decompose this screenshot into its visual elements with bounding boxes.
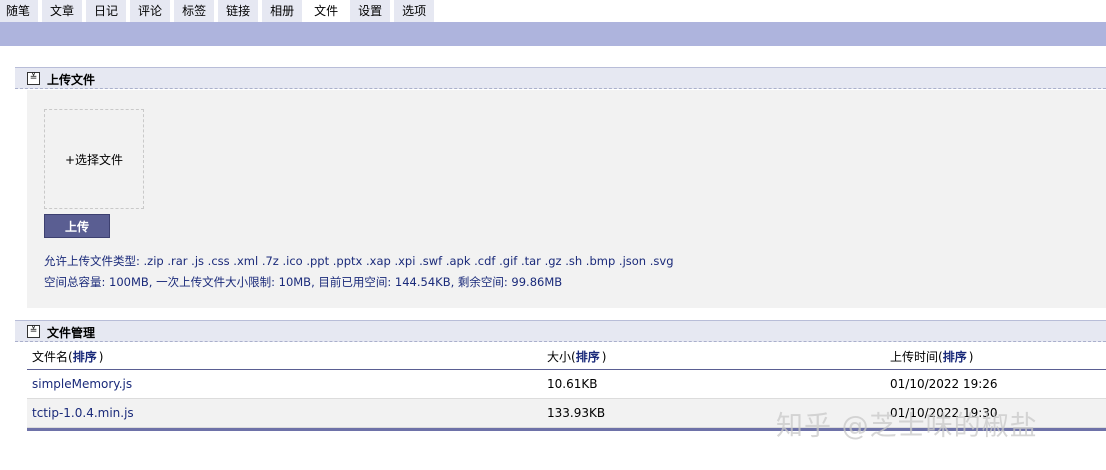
upload-section-header: ≚ 上传文件 — [15, 67, 1106, 89]
sort-by-time-link[interactable]: 排序 — [943, 348, 967, 365]
allowed-types-text: 允许上传文件类型: .zip .rar .js .css .xml .7z .i… — [44, 254, 674, 268]
tab-essays[interactable]: 随笔 — [0, 0, 39, 22]
table-header: 文件名( 排序 ) 大小( 排序 ) 上传时间( 排序 ) — [27, 344, 1106, 370]
column-paren: ) — [601, 349, 607, 364]
tab-links[interactable]: 链接 — [218, 0, 259, 22]
file-size: 10.61KB — [547, 377, 598, 391]
space-info-text: 空间总容量: 100MB, 一次上传文件大小限制: 10MB, 目前已用空间: … — [44, 275, 563, 289]
file-size: 133.93KB — [547, 406, 606, 420]
upload-section-title: 上传文件 — [47, 73, 96, 87]
column-label: 上传时间( — [890, 350, 943, 364]
tab-albums[interactable]: 相册 — [262, 0, 303, 22]
table-row: simpleMemory.js 10.61KB 01/10/2022 19:26 — [27, 370, 1106, 399]
column-header-size: 大小( 排序 ) — [547, 344, 606, 369]
column-paren: ) — [968, 349, 974, 364]
watermark-text: 知乎 @芝士味的椒盐 — [776, 411, 1038, 442]
file-name-link[interactable]: simpleMemory.js — [32, 377, 132, 391]
file-name-link[interactable]: tctip-1.0.4.min.js — [32, 406, 134, 420]
column-header-time: 上传时间( 排序 ) — [890, 344, 973, 369]
tab-files[interactable]: 文件 — [306, 0, 347, 22]
header-band — [0, 22, 1106, 46]
upload-panel: +选择文件 上传 允许上传文件类型: .zip .rar .js .css .x… — [27, 90, 1106, 308]
column-paren: ) — [98, 349, 104, 364]
upload-time: 01/10/2022 19:26 — [890, 377, 998, 391]
file-manage-section-title: 文件管理 — [47, 326, 96, 340]
collapse-toggle-icon[interactable]: ≚ — [27, 325, 40, 338]
tab-options[interactable]: 选项 — [394, 0, 435, 22]
sort-by-name-link[interactable]: 排序 — [73, 348, 97, 365]
sort-by-size-link[interactable]: 排序 — [576, 348, 600, 365]
tab-articles[interactable]: 文章 — [42, 0, 83, 22]
upload-button[interactable]: 上传 — [44, 214, 110, 238]
tab-tags[interactable]: 标签 — [174, 0, 215, 22]
column-header-name: 文件名( 排序 ) — [32, 344, 103, 369]
top-tab-bar: 随笔 文章 日记 评论 标签 链接 相册 文件 设置 选项 — [0, 0, 438, 22]
tab-comments[interactable]: 评论 — [130, 0, 171, 22]
choose-file-label: +选择文件 — [64, 152, 124, 167]
choose-file-button[interactable]: +选择文件 — [44, 109, 144, 209]
tab-diary[interactable]: 日记 — [86, 0, 127, 22]
column-label: 大小( — [547, 350, 576, 364]
column-label: 文件名( — [32, 350, 73, 364]
collapse-toggle-icon[interactable]: ≚ — [27, 72, 40, 85]
tab-settings[interactable]: 设置 — [350, 0, 391, 22]
file-manage-section-header: ≚ 文件管理 — [15, 320, 1106, 342]
